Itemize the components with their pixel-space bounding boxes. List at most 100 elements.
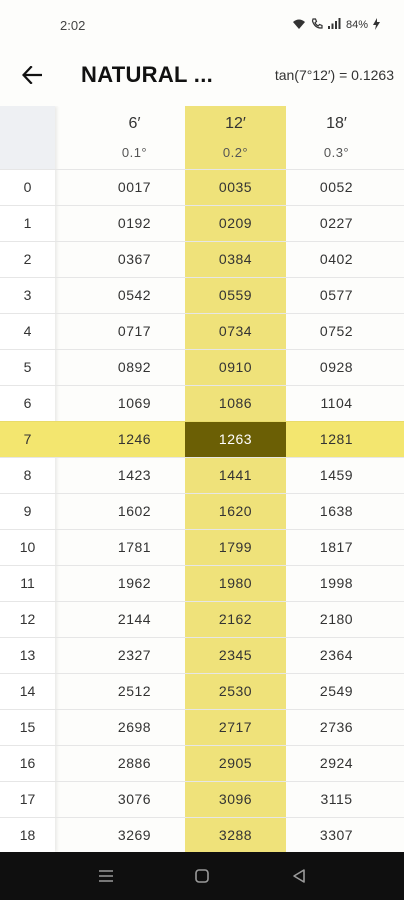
table-corner <box>0 106 55 169</box>
table-cell[interactable]: 1602 <box>84 494 185 530</box>
column-header-6min[interactable]: 6′ 0.1° <box>84 106 185 169</box>
table-cell[interactable]: 0752 <box>286 314 387 350</box>
call-icon <box>311 17 323 33</box>
table-cell[interactable]: 2364 <box>286 638 387 674</box>
table-row[interactable]: 0 0017 0035 0052 <box>0 169 404 205</box>
table-cell[interactable]: 2886 <box>84 746 185 782</box>
table-cell[interactable]: 0367 <box>84 242 185 278</box>
table-cell[interactable]: 1962 <box>84 566 185 602</box>
table-row[interactable]: 14 2512 2530 2549 <box>0 673 404 709</box>
table-cell[interactable]: 3115 <box>286 782 387 818</box>
table-cell[interactable]: 2180 <box>286 602 387 638</box>
table-cell[interactable]: 1998 <box>286 566 387 602</box>
column-header-decimal: 0.1° <box>121 145 148 160</box>
back-button[interactable] <box>14 58 50 92</box>
table-cell[interactable]: 2717 <box>185 710 286 746</box>
table-cell[interactable]: 2144 <box>84 602 185 638</box>
table-row[interactable]: 8 1423 1441 1459 <box>0 457 404 493</box>
table-row[interactable]: 18 3269 3288 3307 <box>0 817 404 852</box>
back-arrow-icon <box>22 66 42 84</box>
table-cell[interactable]: 0192 <box>84 206 185 242</box>
signal-icon <box>327 18 341 32</box>
table-cell[interactable]: 0734 <box>185 314 286 350</box>
table-row[interactable]: 16 2886 2905 2924 <box>0 745 404 781</box>
home-icon <box>195 869 209 883</box>
recents-button[interactable] <box>95 865 117 887</box>
table-cell[interactable]: 1980 <box>185 566 286 602</box>
table-cell[interactable]: 0035 <box>185 170 286 206</box>
table-cell[interactable]: 0559 <box>185 278 286 314</box>
table-cell[interactable]: 3076 <box>84 782 185 818</box>
table-cell[interactable]: 0910 <box>185 350 286 386</box>
table-cell[interactable]: 0052 <box>286 170 387 206</box>
table-row[interactable]: 11 1962 1980 1998 <box>0 565 404 601</box>
row-label: 1 <box>23 215 32 231</box>
table-row[interactable]: 2 0367 0384 0402 <box>0 241 404 277</box>
table-cell[interactable]: 2698 <box>84 710 185 746</box>
table-cell[interactable]: 1069 <box>84 386 185 422</box>
table-cell[interactable]: 1246 <box>84 422 185 458</box>
system-nav-bar <box>0 852 404 900</box>
row-label: 9 <box>23 503 32 519</box>
row-label: 6 <box>23 395 32 411</box>
table-cell[interactable]: 2345 <box>185 638 286 674</box>
back-icon <box>293 869 305 883</box>
table-row[interactable]: 3 0542 0559 0577 <box>0 277 404 313</box>
table-cell[interactable]: 1441 <box>185 458 286 494</box>
table-cell[interactable]: 2327 <box>84 638 185 674</box>
home-button[interactable] <box>191 865 213 887</box>
table-cell[interactable]: 1104 <box>286 386 387 422</box>
table-cell[interactable]: 1423 <box>84 458 185 494</box>
table-cell[interactable]: 0017 <box>84 170 185 206</box>
table-cell[interactable]: 1638 <box>286 494 387 530</box>
table-row[interactable]: 12 2144 2162 2180 <box>0 601 404 637</box>
table-cell[interactable]: 2736 <box>286 710 387 746</box>
table-cell[interactable]: 2512 <box>84 674 185 710</box>
column-header-12min[interactable]: 12′ 0.2° <box>185 106 286 169</box>
table-row[interactable]: 13 2327 2345 2364 <box>0 637 404 673</box>
table-row[interactable]: 9 1602 1620 1638 <box>0 493 404 529</box>
status-time: 2:02 <box>60 18 86 33</box>
table-cell[interactable]: 0892 <box>84 350 185 386</box>
nav-back-button[interactable] <box>288 865 310 887</box>
table-row[interactable]: 5 0892 0910 0928 <box>0 349 404 385</box>
table-cell[interactable]: 3307 <box>286 818 387 852</box>
table-cell[interactable]: 1781 <box>84 530 185 566</box>
table-cell[interactable]: 3288 <box>185 818 286 852</box>
table-cell[interactable]: 0209 <box>185 206 286 242</box>
table-row[interactable]: 4 0717 0734 0752 <box>0 313 404 349</box>
column-header-decimal: 0.3° <box>323 145 350 160</box>
table-cell[interactable]: 3269 <box>84 818 185 852</box>
table-row[interactable]: 17 3076 3096 3115 <box>0 781 404 817</box>
battery-label: 84% <box>345 19 368 31</box>
table-row[interactable]: 15 2698 2717 2736 <box>0 709 404 745</box>
table-cell[interactable]: 0384 <box>185 242 286 278</box>
table-cell[interactable]: 0928 <box>286 350 387 386</box>
row-label: 0 <box>23 179 32 195</box>
column-header-18min[interactable]: 18′ 0.3° <box>286 106 387 169</box>
table-cell[interactable]: 1620 <box>185 494 286 530</box>
table-cell[interactable]: 2162 <box>185 602 286 638</box>
table-row[interactable]: 10 1781 1799 1817 <box>0 529 404 565</box>
table-row[interactable]: 7 1246 1263 1281 <box>0 421 404 458</box>
table-cell[interactable]: 1799 <box>185 530 286 566</box>
table-cell[interactable]: 0402 <box>286 242 387 278</box>
table-cell[interactable]: 0542 <box>84 278 185 314</box>
table-cell[interactable]: 1281 <box>286 422 387 458</box>
table-row[interactable]: 6 1069 1086 1104 <box>0 385 404 421</box>
table-cell[interactable]: 3096 <box>185 782 286 818</box>
table-cell[interactable]: 2549 <box>286 674 387 710</box>
table-cell[interactable]: 0717 <box>84 314 185 350</box>
trig-table: 6′ 0.1° 12′ 0.2° 18′ 0.3° 0 0017 0035 0052 1… <box>0 106 404 852</box>
selected-cell[interactable]: 1263 <box>185 422 286 458</box>
column-header-minutes: 18′ <box>326 115 347 132</box>
table-row[interactable]: 1 0192 0209 0227 <box>0 205 404 241</box>
table-cell[interactable]: 1459 <box>286 458 387 494</box>
table-cell[interactable]: 1086 <box>185 386 286 422</box>
table-cell[interactable]: 0227 <box>286 206 387 242</box>
table-cell[interactable]: 2924 <box>286 746 387 782</box>
table-cell[interactable]: 0577 <box>286 278 387 314</box>
table-cell[interactable]: 1817 <box>286 530 387 566</box>
table-cell[interactable]: 2905 <box>185 746 286 782</box>
table-cell[interactable]: 2530 <box>185 674 286 710</box>
